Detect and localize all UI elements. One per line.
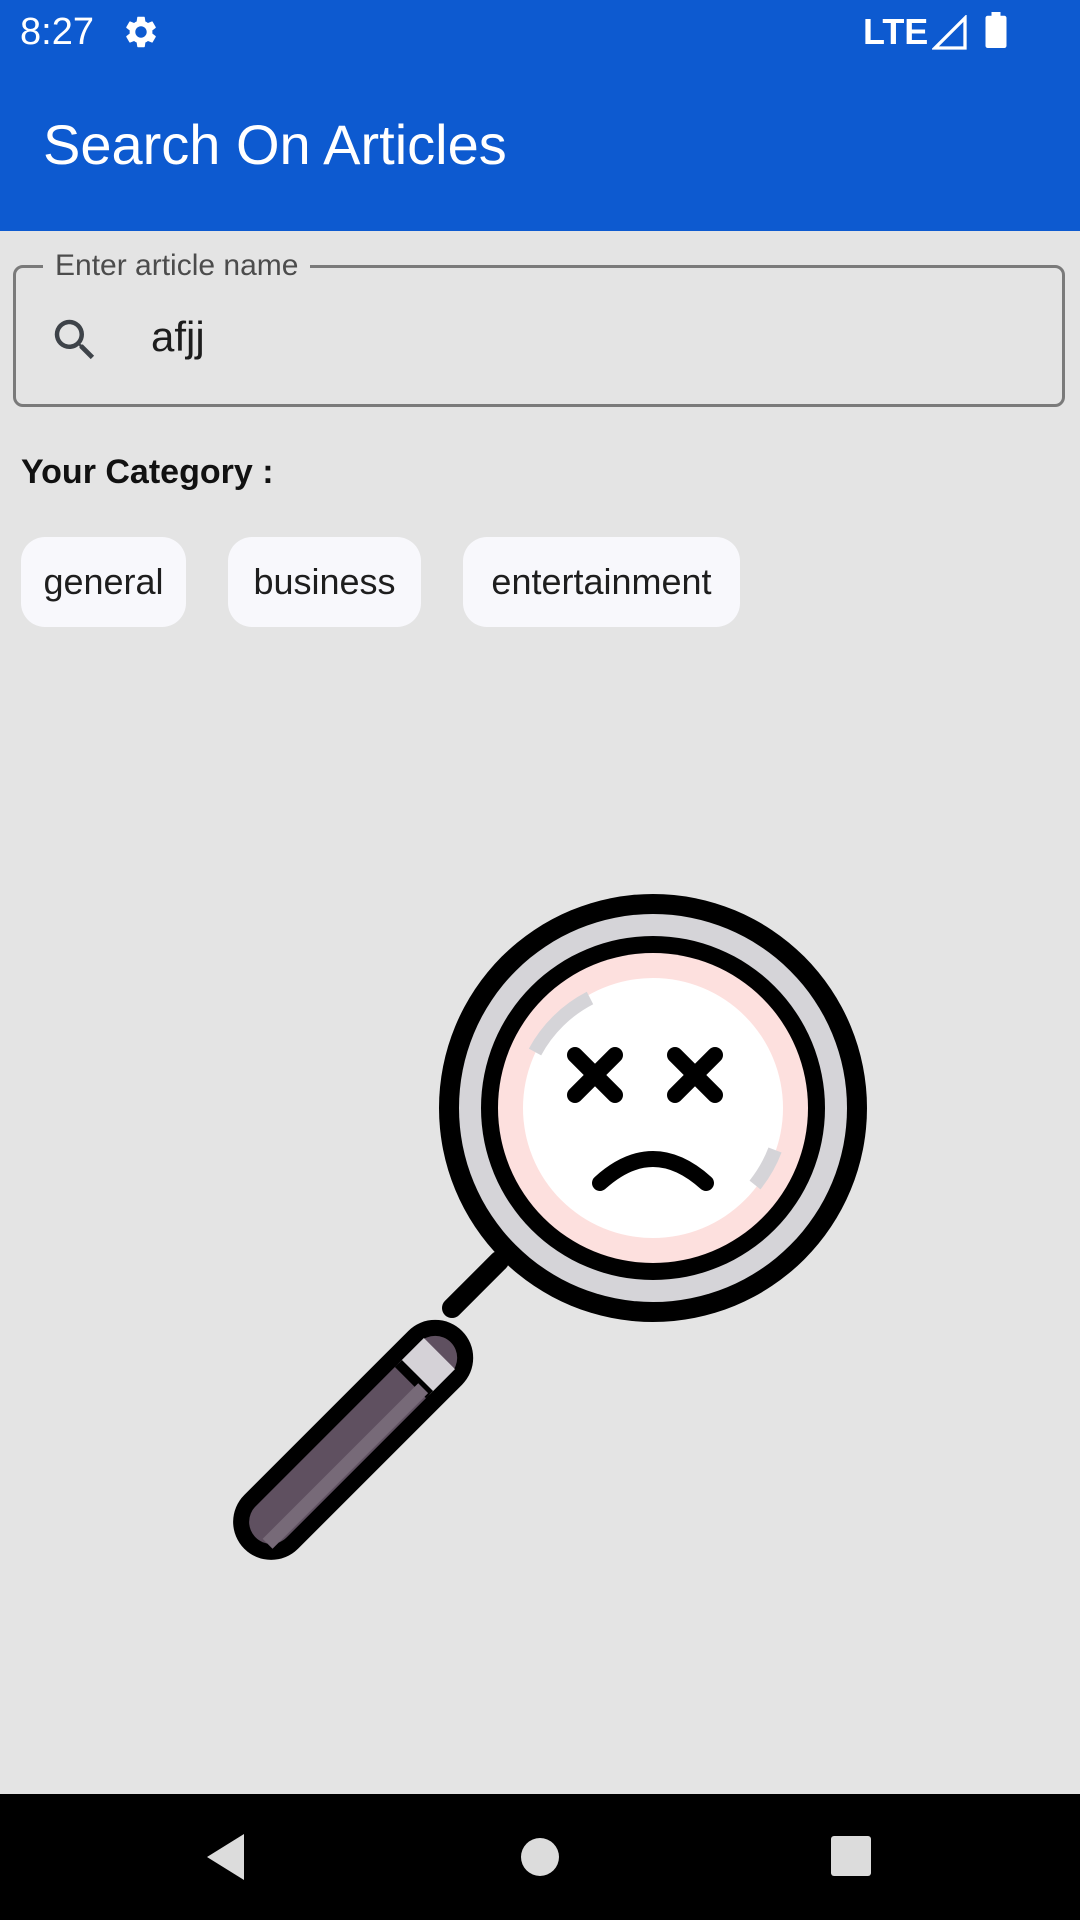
- search-field-label: Enter article name: [43, 250, 311, 282]
- category-chip-general[interactable]: general: [21, 537, 186, 627]
- app-header: 8:27 LTE Search On Articles: [0, 0, 1080, 231]
- status-time: 8:27: [20, 11, 94, 53]
- search-input[interactable]: afjj: [151, 310, 205, 364]
- category-chip-entertainment[interactable]: entertainment: [463, 537, 740, 627]
- page-title: Search On Articles: [43, 113, 507, 176]
- category-heading: Your Category :: [21, 453, 274, 491]
- signal-icon: [932, 15, 967, 50]
- gear-icon: [126, 16, 156, 48]
- no-results-magnifier-icon: [233, 894, 867, 1560]
- back-icon[interactable]: [204, 1832, 248, 1882]
- search-icon: [54, 319, 95, 360]
- category-chip-business[interactable]: business: [228, 537, 421, 627]
- recents-icon[interactable]: [831, 1836, 871, 1876]
- battery-icon: [985, 12, 1007, 48]
- network-type: LTE: [863, 11, 929, 52]
- home-icon[interactable]: [521, 1838, 559, 1876]
